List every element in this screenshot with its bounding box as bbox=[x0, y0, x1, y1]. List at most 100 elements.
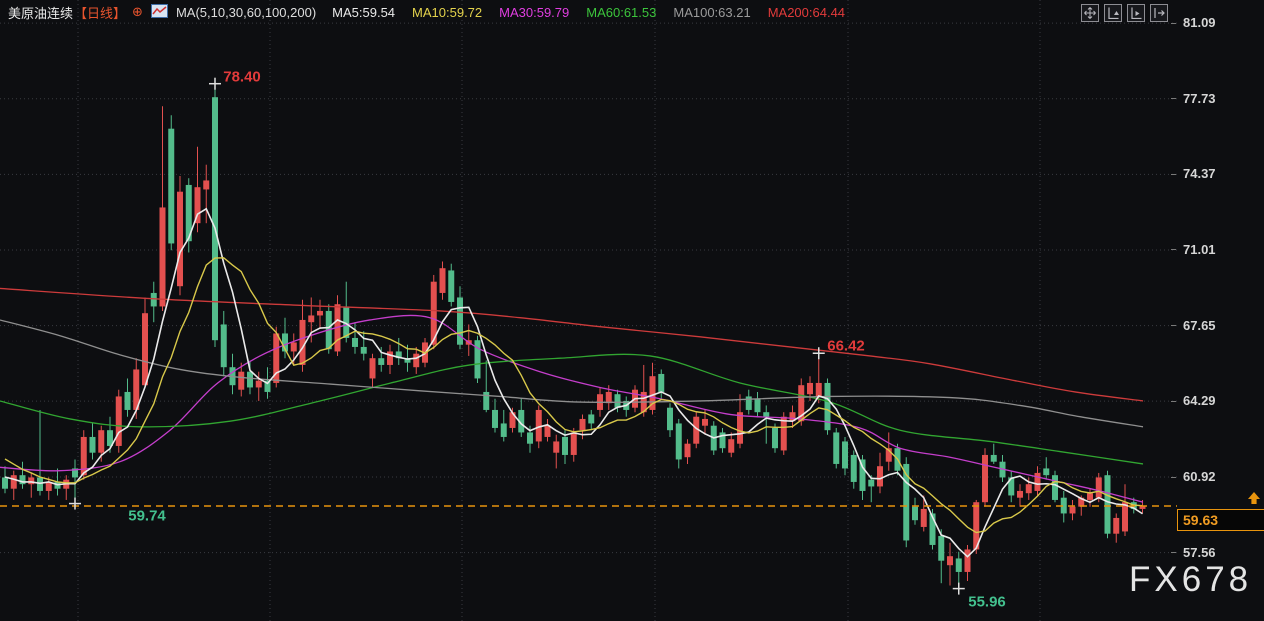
candle-body bbox=[1025, 484, 1032, 494]
chart-header-legend: 美原油连续 【日线】 ⊕ MA(5,10,30,60,100,200) MA5:5… bbox=[8, 3, 862, 21]
candle-body bbox=[955, 558, 962, 572]
jump-to-latest-icon[interactable] bbox=[1150, 4, 1168, 22]
candle-body bbox=[203, 180, 210, 190]
candle-body bbox=[815, 382, 822, 397]
candle-body bbox=[1052, 475, 1058, 500]
ma100-line bbox=[0, 319, 1144, 428]
ma200-value: MA200:64.44 bbox=[767, 4, 846, 20]
candle-body bbox=[658, 373, 665, 392]
candle-body bbox=[1069, 506, 1076, 514]
candle-body bbox=[1095, 477, 1102, 498]
axis-tick-label: 71.01 bbox=[1183, 241, 1216, 257]
axis-tick-mark bbox=[1171, 552, 1176, 554]
axis-tick-label: 60.92 bbox=[1183, 469, 1216, 484]
candle-body bbox=[562, 436, 568, 455]
axis-tick-mark bbox=[1171, 98, 1176, 100]
add-indicator-icon[interactable]: ⊕ bbox=[132, 4, 143, 20]
ma5-line bbox=[4, 207, 1143, 558]
candle-body bbox=[544, 425, 551, 437]
candle-body bbox=[842, 441, 848, 469]
candle-body bbox=[868, 479, 875, 487]
candle-body bbox=[570, 432, 577, 455]
candle-body bbox=[299, 319, 306, 365]
axis-tick-label: 64.29 bbox=[1183, 393, 1216, 409]
candle-body bbox=[614, 394, 621, 408]
axis-tick-mark bbox=[1171, 22, 1176, 24]
candle-body bbox=[920, 508, 927, 527]
candle-body bbox=[159, 207, 166, 307]
ma-parameters-label: MA(5,10,30,60,100,200) bbox=[175, 4, 317, 20]
ma10-line bbox=[4, 257, 1143, 534]
auto-scale-x-icon[interactable] bbox=[1127, 4, 1145, 22]
mini-chart-icon bbox=[150, 3, 168, 21]
candle-body bbox=[492, 409, 498, 428]
candle-body bbox=[745, 396, 752, 410]
candlestick-chart-canvas[interactable] bbox=[0, 0, 1264, 621]
candle-body bbox=[877, 466, 883, 487]
candle-body bbox=[990, 454, 997, 462]
chart-toolbar bbox=[1081, 4, 1168, 22]
candle-body bbox=[124, 391, 131, 410]
axis-tick-mark bbox=[1171, 249, 1176, 251]
candle-body bbox=[1043, 468, 1050, 476]
candle-body bbox=[10, 475, 17, 489]
auto-scale-y-icon[interactable] bbox=[1104, 4, 1122, 22]
axis-tick-label: 81.09 bbox=[1183, 15, 1216, 31]
candle-body bbox=[387, 351, 393, 365]
candle-body bbox=[483, 391, 490, 410]
candle-body bbox=[115, 396, 122, 446]
axis-tick-mark bbox=[1171, 400, 1176, 402]
candle-body bbox=[378, 358, 385, 365]
candle-body bbox=[527, 432, 533, 444]
candle-body bbox=[667, 407, 673, 431]
pan-crosshair-icon[interactable] bbox=[1081, 4, 1099, 22]
candle-body bbox=[220, 324, 227, 368]
candle-body bbox=[780, 416, 787, 451]
candle-body bbox=[448, 270, 455, 302]
axis-tick-label: 57.56 bbox=[1183, 544, 1216, 560]
ma10-value: MA10:59.72 bbox=[412, 4, 483, 20]
candle-body bbox=[728, 439, 735, 453]
candle-body bbox=[737, 412, 743, 444]
candle-body bbox=[238, 371, 245, 390]
candle-body bbox=[605, 391, 612, 404]
candle-body bbox=[352, 337, 358, 347]
ma30-value: MA30:59.79 bbox=[499, 4, 570, 20]
candle-body bbox=[28, 477, 35, 485]
candle-body bbox=[675, 423, 682, 460]
candle-body bbox=[807, 382, 813, 395]
symbol-name: 美原油连续 bbox=[8, 5, 74, 21]
candle-body bbox=[850, 454, 857, 482]
candle-body bbox=[982, 454, 988, 503]
candle-body bbox=[579, 418, 586, 431]
candle-body bbox=[37, 477, 43, 491]
candle-body bbox=[360, 346, 367, 354]
extreme-price-label: 55.96 bbox=[968, 593, 1006, 611]
axis-tick-mark bbox=[1171, 476, 1176, 478]
candle-body bbox=[247, 371, 253, 388]
extreme-price-label: 66.42 bbox=[827, 337, 865, 355]
candle-body bbox=[413, 353, 420, 368]
candle-body bbox=[1104, 475, 1111, 534]
ma5-value: MA5:59.54 bbox=[332, 4, 396, 20]
ma200-line bbox=[0, 287, 1144, 402]
extreme-price-label: 59.74 bbox=[128, 507, 166, 525]
candle-body bbox=[177, 191, 183, 287]
candle-body bbox=[859, 459, 866, 491]
candle-body bbox=[833, 432, 840, 464]
candle-body bbox=[772, 427, 778, 449]
candle-body bbox=[212, 97, 218, 341]
candle-body bbox=[763, 412, 770, 417]
extreme-price-label: 78.40 bbox=[223, 68, 261, 86]
fx678-watermark: FX678 bbox=[1129, 560, 1253, 599]
candle-body bbox=[500, 423, 507, 437]
candle-body bbox=[947, 556, 953, 566]
period-label: 【日线】 bbox=[74, 5, 127, 21]
candle-body bbox=[1017, 490, 1023, 498]
candle-body bbox=[142, 313, 148, 386]
candle-body bbox=[1113, 517, 1120, 534]
candle-body bbox=[308, 315, 315, 323]
axis-tick-mark bbox=[1171, 325, 1176, 327]
candle-body bbox=[19, 475, 26, 485]
axis-tick-label: 77.73 bbox=[1183, 90, 1216, 106]
